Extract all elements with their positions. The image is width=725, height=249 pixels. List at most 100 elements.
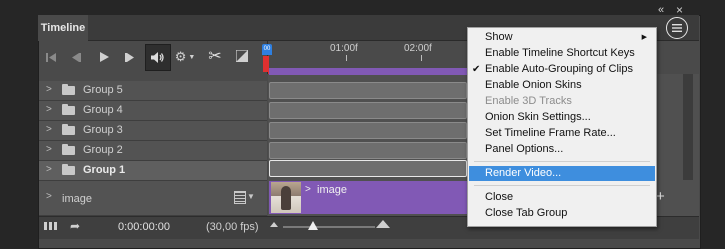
group-1-clip[interactable]: [269, 160, 467, 177]
ruler-mark-label: 02:00f: [404, 43, 432, 54]
chevron-right-icon[interactable]: >: [305, 184, 311, 195]
group-3-clip[interactable]: [269, 122, 467, 139]
go-to-first-frame-button[interactable]: [42, 49, 60, 65]
ruler-mark-label: 01:00f: [330, 43, 358, 54]
menu-item-close[interactable]: Close: [469, 190, 655, 205]
panel-flyout-menu: Show ▶ Enable Timeline Shortcut Keys ✔ E…: [467, 27, 657, 227]
film-strip-icon[interactable]: [234, 191, 246, 204]
previous-frame-icon: [72, 52, 81, 62]
layer-label: Group 4: [83, 104, 123, 116]
close-panel-icon[interactable]: ×: [676, 3, 683, 17]
group-2-clip[interactable]: [269, 142, 467, 159]
transition-button[interactable]: [234, 48, 250, 64]
playback-settings-button[interactable]: ⚙ ▼: [174, 49, 196, 65]
transition-icon: [236, 50, 248, 62]
menu-separator: [474, 185, 650, 186]
current-timecode[interactable]: 0:00:00:00: [118, 221, 170, 233]
gear-icon: ⚙: [174, 49, 187, 64]
purple-top-bar: [269, 68, 467, 75]
menu-item-render-video[interactable]: Render Video...: [469, 166, 655, 181]
image-clip[interactable]: > image: [269, 181, 467, 214]
previous-frame-button[interactable]: [67, 49, 85, 65]
tab-timeline[interactable]: Timeline: [38, 15, 88, 41]
menu-item-set-timeline-frame-rate[interactable]: Set Timeline Frame Rate...: [469, 126, 655, 141]
chevron-down-icon: ▼: [188, 53, 196, 61]
layer-row-group-3[interactable]: > Group 3: [39, 121, 267, 141]
chevron-right-icon[interactable]: >: [46, 104, 52, 115]
folder-icon: [62, 124, 75, 135]
layer-row-group-4[interactable]: > Group 4: [39, 101, 267, 121]
ruler-tick: [421, 55, 422, 61]
menu-item-panel-options[interactable]: Panel Options...: [469, 142, 655, 157]
hamburger-menu-icon: [672, 24, 682, 32]
submenu-arrow-icon: ▶: [641, 34, 647, 41]
vertical-scrollbar[interactable]: [683, 74, 693, 180]
layer-label: Group 5: [83, 84, 123, 96]
audio-mute-button[interactable]: [145, 44, 171, 71]
menu-item-label: Onion Skin Settings...: [485, 111, 591, 123]
zoom-slider-track[interactable]: [283, 226, 375, 228]
menu-item-onion-skin-settings[interactable]: Onion Skin Settings...: [469, 110, 655, 125]
speaker-icon: [151, 52, 164, 63]
scissors-icon: ✂: [208, 48, 222, 65]
group-5-clip[interactable]: [269, 82, 467, 99]
menu-item-label: Render Video...: [485, 167, 562, 179]
folder-icon: [62, 84, 75, 95]
add-media-button[interactable]: +: [656, 188, 665, 205]
folder-icon: [62, 144, 75, 155]
menu-item-enable-auto-grouping[interactable]: ✔ Enable Auto-Grouping of Clips: [469, 62, 655, 77]
first-frame-icon: [46, 52, 56, 62]
frame-rate-label: (30,00 fps): [206, 221, 259, 233]
menu-item-enable-onion-skins[interactable]: Enable Onion Skins: [469, 78, 655, 93]
menu-item-enable-timeline-shortcut-keys[interactable]: Enable Timeline Shortcut Keys: [469, 46, 655, 61]
menu-item-label: Panel Options...: [485, 143, 564, 155]
layer-label: Group 1: [83, 164, 126, 176]
split-at-playhead-button[interactable]: ✂: [205, 47, 225, 65]
layer-label: Group 2: [83, 144, 123, 156]
next-frame-button[interactable]: [121, 49, 139, 65]
collapse-panel-icon[interactable]: «: [658, 4, 664, 16]
menu-item-enable-3d-tracks: Enable 3D Tracks: [469, 94, 655, 109]
next-frame-icon: [125, 52, 134, 62]
ruler-tick: [346, 55, 347, 61]
play-button[interactable]: [95, 49, 113, 65]
chevron-right-icon[interactable]: >: [46, 164, 52, 175]
folder-icon: [62, 104, 75, 115]
zoom-out-icon[interactable]: [270, 222, 278, 227]
chevron-right-icon[interactable]: >: [46, 84, 52, 95]
folder-icon: [62, 164, 75, 175]
checkmark-icon: ✔: [472, 64, 481, 75]
chevron-right-icon[interactable]: >: [46, 124, 52, 135]
layer-row-image[interactable]: > image ▼: [39, 181, 267, 216]
menu-item-label: Close Tab Group: [485, 207, 568, 219]
zoom-in-icon[interactable]: [376, 220, 390, 228]
menu-item-label: Enable Timeline Shortcut Keys: [485, 47, 635, 59]
group-4-clip[interactable]: [269, 102, 467, 119]
menu-item-close-tab-group[interactable]: Close Tab Group: [469, 206, 655, 221]
playhead-handle[interactable]: 00: [262, 44, 272, 55]
menu-item-label: Set Timeline Frame Rate...: [485, 127, 616, 139]
layer-row-group-2[interactable]: > Group 2: [39, 141, 267, 161]
menu-item-label: Close: [485, 191, 514, 203]
layer-row-group-1[interactable]: > Group 1: [39, 161, 267, 181]
menu-item-label: Enable 3D Tracks: [485, 95, 572, 107]
thumbnail-figure: [281, 186, 291, 210]
chevron-right-icon[interactable]: >: [46, 144, 52, 155]
image-thumbnail: [271, 182, 301, 213]
menu-item-label: Show: [485, 31, 513, 43]
render-video-icon[interactable]: ➦: [70, 219, 80, 233]
menu-item-label: Enable Onion Skins: [485, 79, 582, 91]
menu-item-show[interactable]: Show ▶: [469, 30, 655, 45]
chevron-right-icon[interactable]: >: [46, 191, 52, 202]
panel-menu-button[interactable]: [666, 17, 688, 39]
layer-label: image: [62, 193, 92, 205]
zoom-slider-thumb[interactable]: [308, 221, 318, 230]
clip-label: image: [317, 184, 347, 196]
menu-item-label: Enable Auto-Grouping of Clips: [485, 63, 633, 75]
convert-to-frame-animation-icon[interactable]: [44, 222, 58, 230]
layer-label: Group 3: [83, 124, 123, 136]
menu-separator: [474, 161, 650, 162]
play-icon: [99, 52, 109, 62]
chevron-down-icon[interactable]: ▼: [247, 192, 255, 201]
layer-row-group-5[interactable]: > Group 5: [39, 81, 267, 101]
